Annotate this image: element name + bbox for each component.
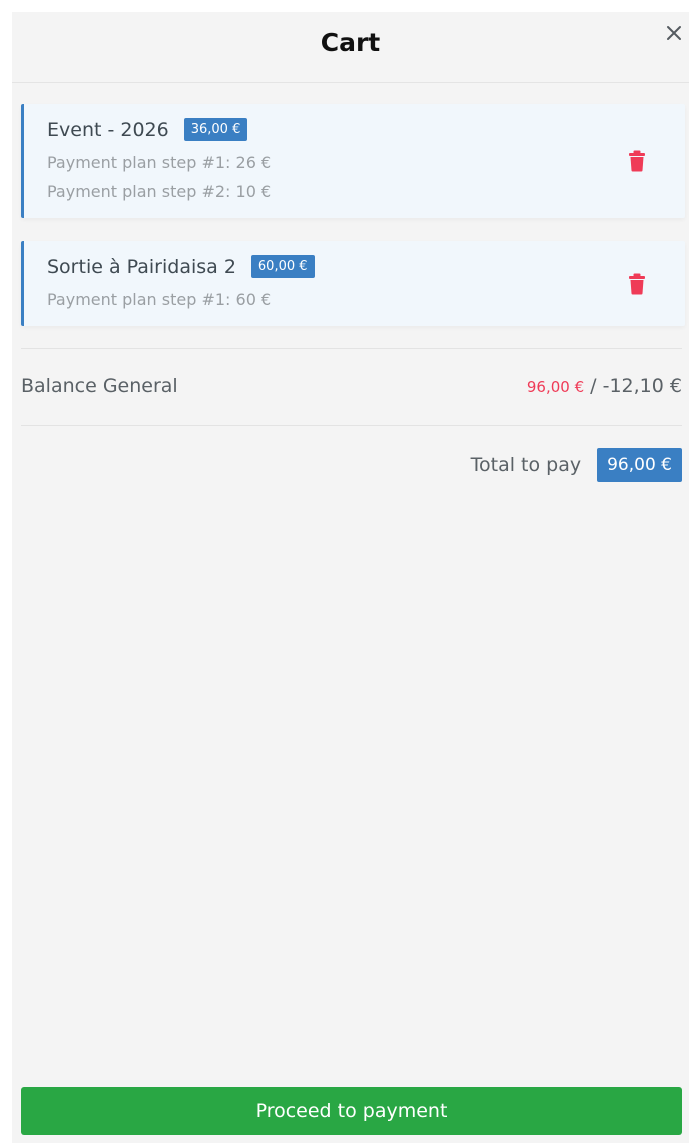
close-icon [667,26,681,40]
proceed-to-payment-button[interactable]: Proceed to payment [21,1087,682,1135]
cart-header: Cart [12,12,689,83]
cart-item: Sortie à Pairidaisa 2 60,00 € Payment pl… [21,241,685,326]
balance-values: 96,00 € / -12,10 € [527,375,682,397]
cart-panel: Cart Event - 2026 36,00 € Payment plan s… [12,12,689,1143]
cart-item-price-badge: 60,00 € [250,255,315,278]
balance-row: Balance General 96,00 € / -12,10 € [21,375,682,401]
cart-item-header: Event - 2026 36,00 € [47,118,248,141]
cart-item-title: Event - 2026 [47,118,169,141]
cart-item-price-badge: 36,00 € [183,118,248,141]
payment-plan-step: Payment plan step #1: 26 € [47,153,272,172]
divider [21,348,682,349]
page-title: Cart [320,28,381,57]
payment-plan-step: Payment plan step #2: 10 € [47,182,272,201]
close-button[interactable] [659,18,689,48]
delete-item-button[interactable] [628,273,646,295]
total-label: Total to pay [470,454,582,476]
divider [21,425,682,426]
cart-item-title: Sortie à Pairidaisa 2 [47,255,236,278]
trash-icon [629,273,645,295]
payment-plan-step: Payment plan step #1: 60 € [47,290,272,309]
cart-item: Event - 2026 36,00 € Payment plan step #… [21,104,685,218]
total-amount-badge: 96,00 € [597,448,682,482]
balance-label: Balance General [21,375,178,397]
total-row: Total to pay 96,00 € [471,448,682,482]
trash-icon [629,150,645,172]
balance-account-amount: -12,10 € [602,375,682,397]
cart-item-header: Sortie à Pairidaisa 2 60,00 € [47,255,315,278]
delete-item-button[interactable] [628,150,646,172]
balance-separator: / [584,375,603,397]
balance-due-amount: 96,00 € [526,378,585,396]
